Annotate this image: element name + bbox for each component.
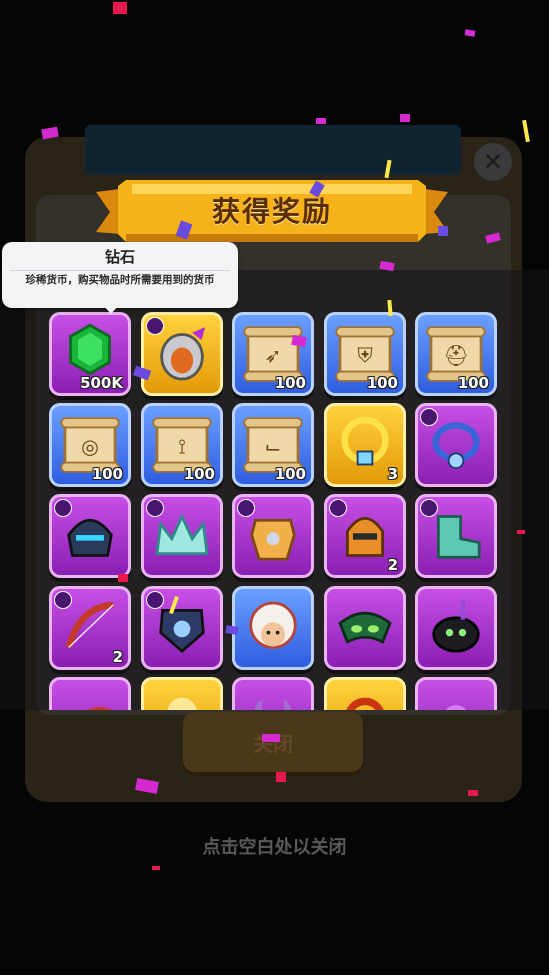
item-tooltip: 钻石 珍稀货币，购买物品时所需要用到的货币 [2,242,238,308]
purple-item-icon [445,705,467,710]
title-banner: 获得奖励 [96,172,448,252]
confetti-piece [316,118,326,124]
confetti-piece [400,114,410,122]
reward-slot-row5-item-2[interactable] [141,677,223,710]
svg-text:⟟: ⟟ [178,434,186,458]
reward-slot-boots-scroll[interactable]: ⌙ 100 [232,403,314,487]
reward-slot-ice-crown[interactable] [141,494,223,578]
svg-text:➶: ➶ [264,343,281,367]
reward-slot-row5-item-1[interactable] [49,677,131,710]
reward-slot-claw-weapon[interactable] [141,312,223,396]
confetti-piece [276,772,286,782]
reward-slot-red-bow[interactable]: 2 [49,586,131,670]
close-x-icon[interactable]: ✕ [474,143,512,181]
reward-slot-necklace-scroll[interactable]: ⟟ 100 [141,403,223,487]
reward-slot-ring-scroll[interactable]: ◎ 100 [49,403,131,487]
reward-slot-mech-boots[interactable] [415,494,497,578]
reward-slot-row5-item-5[interactable] [415,677,497,710]
reward-slot-knight-helmet[interactable]: 2 [324,494,406,578]
reward-slot-bow-scroll[interactable]: ➶ 100 [232,312,314,396]
confetti-piece [468,790,478,796]
reward-slot-necklace[interactable] [415,403,497,487]
tooltip-title: 钻石 [104,248,135,266]
svg-text:◎: ◎ [81,434,99,458]
cauldron-icon [432,599,480,653]
reward-quantity: 2 [112,648,123,666]
svg-text:⌙: ⌙ [264,434,281,458]
lion-costume-icon [249,601,297,649]
reward-slot-lion-hat-hero[interactable] [232,586,314,670]
svg-text:⛨: ⛨ [357,343,372,367]
tooltip-divider [10,270,230,271]
reward-slot-row5-item-4[interactable] [324,677,406,710]
reward-quantity: 100 [274,374,306,392]
dialog-title: 获得奖励 [211,195,332,228]
confetti-piece [438,226,448,236]
close-button-label: 关闭 [253,731,293,756]
tooltip-pointer [104,306,118,314]
item-type-badge-icon [237,499,255,517]
reward-slot-armor-scroll[interactable]: ⛨ 100 [324,312,406,396]
reward-quantity: 100 [91,465,123,483]
reward-slot-golden-wings[interactable]: 3 [324,403,406,487]
reward-grid: 500K ➶ 100 ⛨ 100 ⛑ 100 ◎ 100 ⟟ 100 ⌙ 100 3 2 2 [0,270,549,710]
confetti-piece [152,866,160,870]
reward-slot-diamond[interactable]: 500K [49,312,131,396]
reward-quantity: 100 [183,465,215,483]
reward-slot-cauldron-pet[interactable] [415,586,497,670]
close-button[interactable]: 关闭 [183,712,363,772]
confetti-piece [517,530,525,534]
confetti-piece [262,734,280,742]
dismiss-hint[interactable]: 点击空白处以关闭 [0,833,549,859]
reward-quantity: 100 [366,374,398,392]
reward-slot-jester-mask[interactable] [324,586,406,670]
tooltip-description: 珍稀货币，购买物品时所需要用到的货币 [25,274,215,286]
item-type-badge-icon [329,499,347,517]
item-type-badge-icon [54,591,72,609]
jester-mask-icon [338,611,392,644]
gold-item-icon [167,697,197,710]
item-type-badge-icon [146,499,164,517]
item-type-badge-icon [146,317,164,335]
item-type-badge-icon [54,499,72,517]
item-type-badge-icon [420,499,438,517]
confetti-piece [118,574,128,582]
reward-slot-helmet-scroll[interactable]: ⛑ 100 [415,312,497,396]
dragon-icon [86,706,112,710]
fire-ring-icon [346,697,384,710]
dialog-header-strip [85,125,461,175]
confetti-piece [464,29,476,37]
reward-slot-mask-helmet[interactable] [49,494,131,578]
confetti-piece [113,2,127,14]
item-type-badge-icon [146,591,164,609]
reward-slot-gold-armor[interactable] [232,494,314,578]
reward-quantity: 3 [387,465,398,483]
svg-text:⛑: ⛑ [443,343,469,367]
horns-icon [254,699,292,710]
reward-slot-row5-item-3[interactable] [232,677,314,710]
reward-quantity: 500K [80,374,123,392]
item-type-badge-icon [420,408,438,426]
reward-quantity: 2 [387,556,398,574]
reward-quantity: 100 [457,374,489,392]
reward-quantity: 100 [274,465,306,483]
reward-slot-dark-armor[interactable] [141,586,223,670]
confetti-piece [522,119,530,143]
